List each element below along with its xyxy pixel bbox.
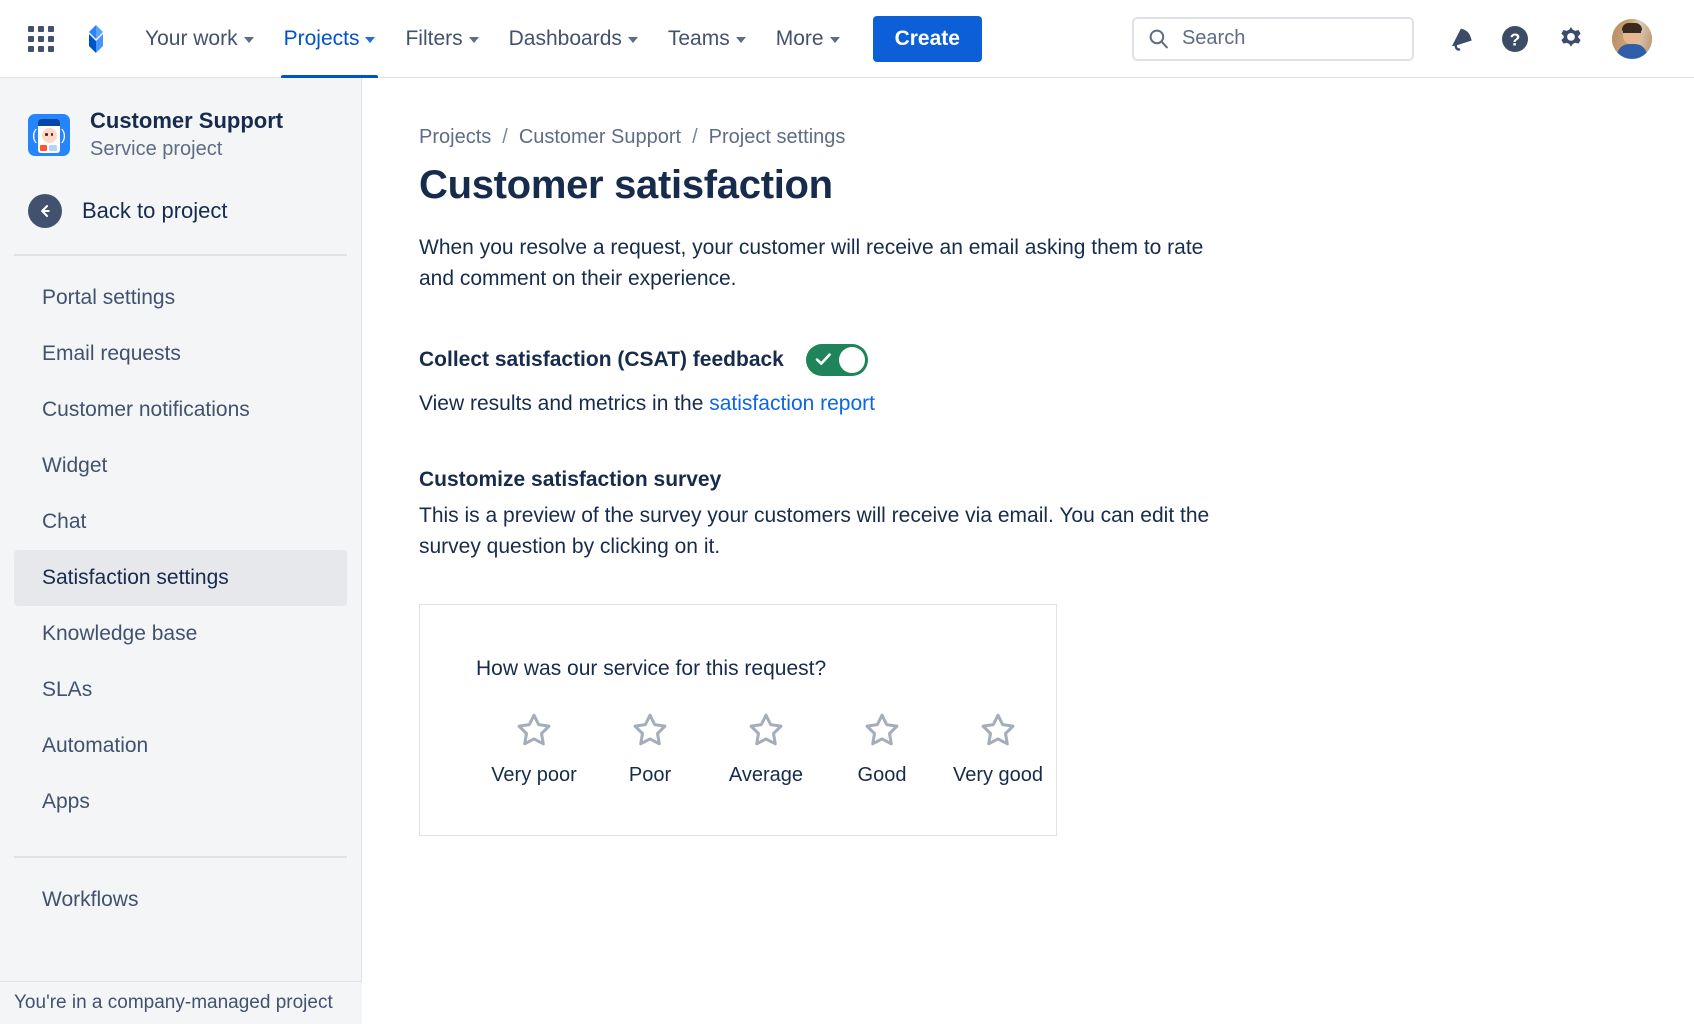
- project-name: Customer Support: [90, 108, 283, 134]
- breadcrumb: Projects / Customer Support / Project se…: [419, 126, 1694, 149]
- sidebar-item-slas[interactable]: SLAs: [14, 662, 347, 718]
- rating-label: Average: [729, 764, 803, 787]
- breadcrumb-item-customer-support[interactable]: Customer Support: [519, 126, 681, 149]
- project-type: Service project: [90, 136, 283, 162]
- svg-text:?: ?: [1510, 29, 1521, 49]
- sidebar-divider-top: [14, 254, 347, 256]
- sidebar-item-satisfaction-settings[interactable]: Satisfaction settings: [14, 550, 347, 606]
- help-question-icon[interactable]: ?: [1500, 24, 1530, 54]
- star-icon: [748, 711, 784, 747]
- nav-item-label: Teams: [668, 27, 730, 51]
- breadcrumb-item-projects[interactable]: Projects: [419, 126, 491, 149]
- back-to-project-label: Back to project: [82, 198, 228, 224]
- page-intro-text: When you resolve a request, your custome…: [419, 232, 1219, 294]
- rating-label: Good: [858, 764, 907, 787]
- avatar-glasses: [1623, 31, 1641, 36]
- star-icon: [864, 711, 900, 747]
- project-settings-sidebar: ( ) Customer Support Service project Bac…: [0, 78, 362, 1024]
- nav-item-dashboards[interactable]: Dashboards: [494, 0, 653, 78]
- csat-toggle-label: Collect satisfaction (CSAT) feedback: [419, 348, 784, 372]
- sidebar-divider-bottom: [14, 856, 347, 858]
- sidebar-nav-list-lower: Workflows: [0, 872, 361, 928]
- rating-option-very-good[interactable]: Very good: [940, 711, 1056, 787]
- csat-toggle-row: Collect satisfaction (CSAT) feedback: [419, 344, 1694, 376]
- star-icon: [980, 711, 1016, 747]
- avatar-body: [1617, 44, 1647, 59]
- check-icon: [815, 352, 832, 367]
- project-icon-left-paren: (: [32, 128, 37, 143]
- survey-preview-card: How was our service for this request? Ve…: [419, 604, 1057, 836]
- sidebar-item-chat[interactable]: Chat: [14, 494, 347, 550]
- company-managed-project-note: You're in a company-managed project: [0, 981, 362, 1024]
- sidebar-item-customer-notifications[interactable]: Customer notifications: [14, 382, 347, 438]
- chevron-down-icon: [830, 37, 840, 43]
- settings-gear-icon[interactable]: [1556, 24, 1586, 54]
- search-input[interactable]: [1132, 17, 1414, 61]
- chevron-down-icon: [365, 37, 375, 43]
- grid-apps-icon[interactable]: [28, 26, 54, 52]
- breadcrumb-separator: /: [692, 126, 698, 149]
- main-content: Projects / Customer Support / Project se…: [363, 78, 1694, 1024]
- nav-item-label: Filters: [405, 27, 462, 51]
- sidebar-item-email-requests[interactable]: Email requests: [14, 326, 347, 382]
- survey-rating-scale: Very poor Poor Average Good: [476, 711, 1056, 787]
- primary-nav-items: Your work Projects Filters Dashboards Te…: [130, 0, 855, 78]
- search-container: [1132, 17, 1414, 61]
- survey-question[interactable]: How was our service for this request?: [476, 657, 1056, 681]
- sidebar-item-automation[interactable]: Automation: [14, 718, 347, 774]
- star-icon: [516, 711, 552, 747]
- jira-logo-icon[interactable]: [76, 23, 106, 55]
- project-header: ( ) Customer Support Service project: [0, 78, 361, 162]
- chevron-down-icon: [628, 37, 638, 43]
- chevron-down-icon: [244, 37, 254, 43]
- toggle-knob: [839, 347, 865, 373]
- arrow-left-icon: [28, 194, 62, 228]
- rating-option-very-poor[interactable]: Very poor: [476, 711, 592, 787]
- sidebar-item-apps[interactable]: Apps: [14, 774, 347, 830]
- customize-survey-title: Customize satisfaction survey: [419, 468, 1694, 492]
- nav-item-teams[interactable]: Teams: [653, 0, 761, 78]
- nav-item-your-work[interactable]: Your work: [130, 0, 269, 78]
- avatar-hair: [1622, 23, 1642, 31]
- star-icon: [632, 711, 668, 747]
- sidebar-nav-list: Portal settings Email requests Customer …: [0, 270, 361, 830]
- sidebar-item-portal-settings[interactable]: Portal settings: [14, 270, 347, 326]
- rating-label: Very poor: [491, 764, 577, 787]
- rating-label: Poor: [629, 764, 671, 787]
- breadcrumb-separator: /: [502, 126, 508, 149]
- customize-survey-body: This is a preview of the survey your cus…: [419, 500, 1259, 562]
- nav-item-projects[interactable]: Projects: [269, 0, 391, 78]
- back-to-project-button[interactable]: Back to project: [0, 162, 361, 228]
- rating-option-good[interactable]: Good: [824, 711, 940, 787]
- satisfaction-report-line: View results and metrics in the satisfac…: [419, 392, 1694, 416]
- rating-option-poor[interactable]: Poor: [592, 711, 708, 787]
- rating-option-average[interactable]: Average: [708, 711, 824, 787]
- nav-item-label: Projects: [284, 27, 360, 51]
- project-icon-right-paren: ): [61, 128, 66, 143]
- nav-item-label: Dashboards: [509, 27, 622, 51]
- chevron-down-icon: [469, 37, 479, 43]
- page-title: Customer satisfaction: [419, 163, 1694, 208]
- create-button[interactable]: Create: [873, 16, 982, 62]
- rating-label: Very good: [953, 764, 1043, 787]
- nav-item-label: More: [776, 27, 824, 51]
- csat-toggle-switch[interactable]: [806, 344, 868, 376]
- sidebar-item-workflows[interactable]: Workflows: [14, 872, 347, 928]
- satisfaction-report-link[interactable]: satisfaction report: [709, 392, 875, 415]
- notifications-bell-icon[interactable]: [1444, 24, 1474, 54]
- nav-item-more[interactable]: More: [761, 0, 855, 78]
- service-project-avatar-icon: ( ): [28, 114, 70, 156]
- sidebar-item-knowledge-base[interactable]: Knowledge base: [14, 606, 347, 662]
- nav-icon-group: ?: [1444, 24, 1586, 54]
- satisfaction-report-prefix: View results and metrics in the: [419, 392, 709, 415]
- breadcrumb-item-project-settings[interactable]: Project settings: [709, 126, 846, 149]
- top-navigation-bar: Your work Projects Filters Dashboards Te…: [0, 0, 1694, 78]
- nav-item-filters[interactable]: Filters: [390, 0, 493, 78]
- chevron-down-icon: [736, 37, 746, 43]
- sidebar-item-widget[interactable]: Widget: [14, 438, 347, 494]
- user-avatar[interactable]: [1612, 19, 1652, 59]
- nav-item-label: Your work: [145, 27, 238, 51]
